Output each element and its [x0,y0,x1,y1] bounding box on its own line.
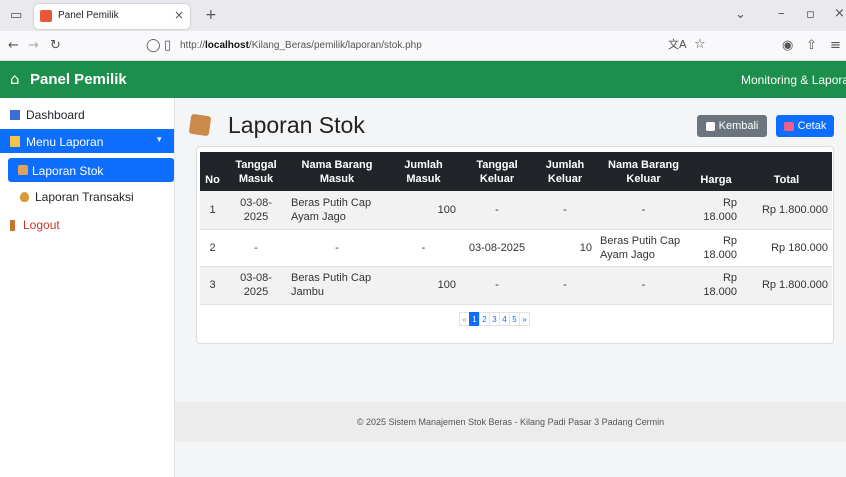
table-header[interactable]: Nama Barang Keluar [596,152,691,191]
sidebar-item-label: Laporan Stok [32,164,104,178]
table-cell: - [460,191,534,230]
tab-overflow-icon[interactable]: ⌄ [735,8,746,21]
table-row: 2 - - - 03-08-2025 10 Beras Putih Cap Ay… [200,229,832,267]
table-header[interactable]: Nama Barang Masuk [287,152,387,191]
sidebar-item-laporan-transaksi[interactable]: Laporan Transaksi [20,190,134,204]
table-header[interactable]: Jumlah Masuk [387,152,460,191]
menu-icon[interactable]: ≡ [830,39,841,52]
bank-icon: ⌂ [10,70,20,88]
chart-icon [10,110,20,120]
sidebar-item-menu-laporan[interactable]: Menu Laporan ▾ [0,129,174,153]
sidebar-item-logout[interactable]: Logout [10,218,60,232]
table-cell: Rp 18.000 [691,266,741,305]
table-cell: 03-08-2025 [225,191,287,230]
table-cell: Rp 1.800.000 [741,191,832,230]
back-button-label: Kembali [718,120,759,132]
browser-toolbar: ← → ↻ ◯ ▯ http://localhost/Kilang_Beras/… [0,31,846,61]
table-cell: Beras Putih Cap Ayam Jago [287,191,387,230]
table-cell: Rp 18.000 [691,191,741,230]
sidebar-item-label: Logout [23,218,60,232]
page-icon: ▯ [164,38,172,53]
minimize-icon[interactable]: – [778,7,785,20]
table-row: 3 03-08-2025 Beras Putih Cap Jambu 100 -… [200,266,832,305]
sidebar-item-label: Menu Laporan [26,135,104,149]
footer: © 2025 Sistem Manajemen Stok Beras - Kil… [175,402,846,442]
print-button-label: Cetak [797,120,827,132]
sidebar-item-dashboard[interactable]: Dashboard [10,108,85,122]
box-icon [18,165,28,175]
table-cell: - [387,229,460,267]
table-cell: - [596,191,691,230]
table-cell: Beras Putih Cap Ayam Jago [596,229,691,267]
new-tab-icon[interactable]: + [205,8,217,22]
table-cell: - [287,229,387,267]
logout-icon [10,219,15,231]
table-cell: 10 [534,229,596,267]
url-prefix: http:// [180,40,206,51]
forward-icon[interactable]: → [28,39,39,52]
table-cell: 100 [387,266,460,305]
package-icon [188,113,212,137]
table-header-row: No Tanggal Masuk Nama Barang Masuk Jumla… [200,152,832,191]
table-cell: - [225,229,287,267]
browser-tab-bar: ▭ Panel Pemilik × + ⌄ – ▫ × [0,0,846,31]
table-cell: Rp 1.800.000 [741,266,832,305]
table-cell: - [534,191,596,230]
tab-list-icon[interactable]: ▭ [10,9,22,22]
table-cell: Rp 180.000 [741,229,832,267]
close-window-icon[interactable]: × [834,7,845,20]
back-icon[interactable]: ← [8,39,19,52]
table-cell: 03-08-2025 [460,229,534,267]
table-cell: Rp 18.000 [691,229,741,267]
tab-title: Panel Pemilik [58,10,119,21]
shield-icon[interactable]: ◯ [146,39,161,52]
sidebar: Dashboard Menu Laporan ▾ Laporan Stok La… [0,98,175,477]
extensions-icon[interactable]: ⇧ [806,39,817,52]
table-header[interactable]: Total [741,152,832,191]
tab-favicon [40,10,52,22]
url-path: /Kilang_Beras/pemilik/laporan/stok.php [248,40,422,51]
url-host: localhost [205,40,249,51]
table-cell: - [596,266,691,305]
brand-title[interactable]: Panel Pemilik [30,71,127,88]
bookmark-star-icon[interactable]: ☆ [694,38,706,51]
reload-icon[interactable]: ↻ [50,39,61,52]
table-header[interactable]: No [200,152,225,191]
table-cell: 1 [200,191,225,230]
table-header[interactable]: Tanggal Keluar [460,152,534,191]
address-field[interactable]: http://localhost/Kilang_Beras/pemilik/la… [180,40,422,51]
report-icon [10,136,20,147]
table-cell: - [460,266,534,305]
table-row: 1 03-08-2025 Beras Putih Cap Ayam Jago 1… [200,191,832,230]
sidebar-item-label: Dashboard [26,108,85,122]
table-cell: - [534,266,596,305]
pagination: « 1 2 3 4 5 » [459,312,530,326]
app-header: ⌂ Panel Pemilik Monitoring & Laporan [0,61,846,98]
printer-icon [783,121,794,131]
account-icon[interactable]: ◉ [782,39,793,52]
back-button[interactable]: Kembali [697,115,767,137]
browser-tab[interactable]: Panel Pemilik × [34,4,190,29]
maximize-icon[interactable]: ▫ [806,8,815,21]
tab-close-icon[interactable]: × [174,9,184,21]
table-cell: Beras Putih Cap Jambu [287,266,387,305]
header-right-text: Monitoring & Laporan [741,73,846,87]
page-title: Laporan Stok [228,112,365,138]
caret-down-icon: ▾ [157,134,162,144]
table-cell: 03-08-2025 [225,266,287,305]
table-header[interactable]: Harga [691,152,741,191]
table-cell: 100 [387,191,460,230]
money-bag-icon [20,192,29,202]
sidebar-item-label: Laporan Transaksi [35,190,134,204]
stock-table: No Tanggal Masuk Nama Barang Masuk Jumla… [200,152,832,305]
pagination-next[interactable]: » [519,312,530,326]
print-button[interactable]: Cetak [776,115,834,137]
table-header[interactable]: Jumlah Keluar [534,152,596,191]
sidebar-item-laporan-stok[interactable]: Laporan Stok [8,158,174,182]
table-cell: 2 [200,229,225,267]
table-header[interactable]: Tanggal Masuk [225,152,287,191]
table-cell: 3 [200,266,225,305]
translate-icon[interactable]: 文A [668,39,687,50]
arrow-left-icon [705,121,715,131]
